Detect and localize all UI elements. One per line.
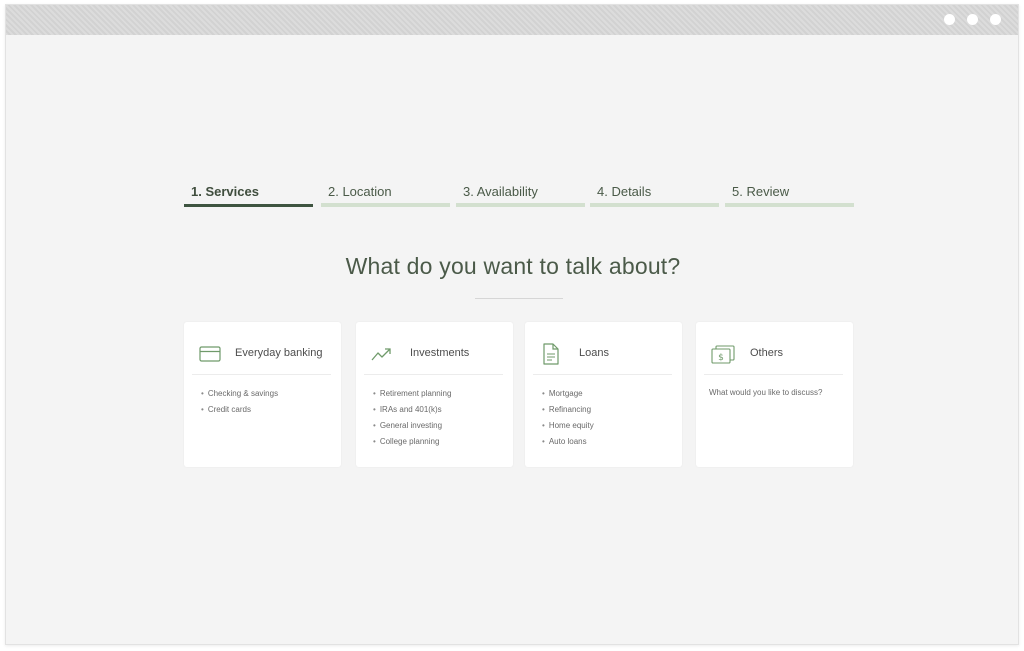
card-title: Everyday banking (235, 347, 323, 359)
topic-card-loans[interactable]: Loans Mortgage Refinancing Home equity A… (525, 322, 682, 467)
step-location[interactable]: 2. Location (321, 181, 451, 211)
step-bar (321, 203, 450, 207)
window-titlebar (6, 5, 1018, 35)
topic-list: Retirement planning IRAs and 401(k)s Gen… (373, 386, 452, 450)
card-divider (192, 374, 331, 375)
card-title: Investments (410, 347, 470, 359)
topic-list: Checking & savings Credit cards (201, 386, 278, 418)
card-divider (704, 374, 843, 375)
step-bar (456, 203, 585, 207)
window-control-dot-icon[interactable] (967, 14, 978, 25)
card-divider (364, 374, 503, 375)
list-item: Refinancing (542, 402, 594, 418)
card-divider (533, 374, 672, 375)
step-bar (590, 203, 719, 207)
list-item: IRAs and 401(k)s (373, 402, 451, 418)
list-item: Mortgage (542, 386, 594, 402)
list-item: Credit cards (201, 402, 278, 418)
step-label: 2. Location (328, 184, 392, 199)
step-label: 4. Details (597, 184, 652, 199)
list-item: General investing (373, 418, 451, 434)
browser-window: 1. Services 2. Location 3. Availability … (5, 4, 1019, 645)
card-title: Others (750, 347, 784, 359)
step-bar (725, 203, 854, 207)
window-control-dot-icon[interactable] (990, 14, 1001, 25)
money-icon: $ (710, 342, 735, 366)
list-item: Checking & savings (201, 386, 278, 402)
trend-up-icon (370, 342, 394, 366)
document-icon (539, 342, 563, 366)
step-review[interactable]: 5. Review (725, 181, 855, 211)
step-details[interactable]: 4. Details (590, 181, 720, 211)
step-label: 5. Review (732, 184, 790, 199)
svg-text:$: $ (718, 353, 724, 363)
title-divider (475, 298, 563, 299)
topic-list: Mortgage Refinancing Home equity Auto lo… (542, 386, 594, 450)
step-label: 1. Services (191, 184, 259, 199)
card-title: Loans (579, 347, 609, 359)
step-bar (184, 204, 313, 207)
list-item: Home equity (542, 418, 594, 434)
topic-card-everyday-banking[interactable]: Everyday banking Checking & savings Cred… (184, 322, 341, 467)
page-title: What do you want to talk about? (345, 253, 681, 279)
step-availability[interactable]: 3. Availability (456, 181, 586, 211)
list-item: Auto loans (542, 434, 594, 450)
topic-card-others[interactable]: $ Others What would you like to discuss? (696, 322, 853, 467)
step-progress: 1. Services 2. Location 3. Availability … (184, 181, 854, 211)
step-label: 3. Availability (463, 184, 538, 199)
step-services[interactable]: 1. Services (184, 181, 314, 211)
list-item: College planning (373, 434, 451, 450)
credit-card-icon (198, 342, 222, 366)
window-control-dot-icon[interactable] (944, 14, 955, 25)
discuss-prompt: What would you like to discuss? (709, 388, 823, 397)
topic-card-investments[interactable]: Investments Retirement planning IRAs and… (356, 322, 513, 467)
list-item: Retirement planning (373, 386, 452, 402)
